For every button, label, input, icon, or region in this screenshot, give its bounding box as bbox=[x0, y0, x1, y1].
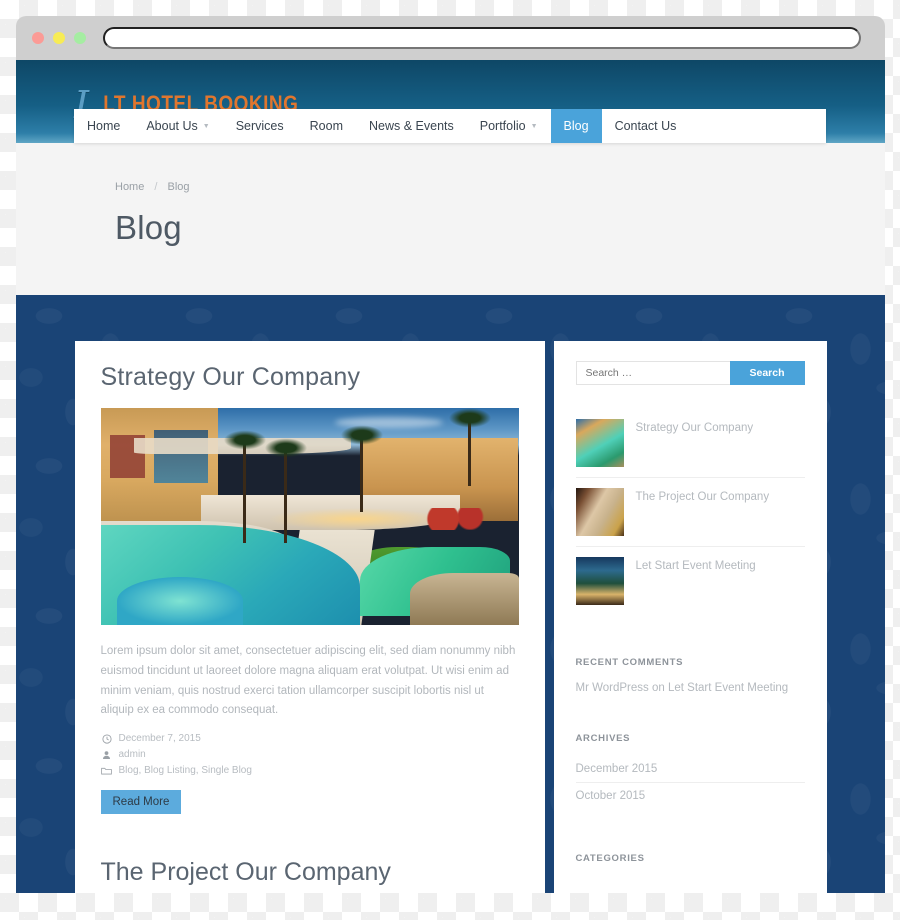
nav-item-news-events[interactable]: News & Events bbox=[356, 109, 467, 143]
flower-bed bbox=[418, 507, 502, 530]
comment-author[interactable]: Mr WordPress bbox=[576, 682, 649, 694]
comment-joiner: on bbox=[651, 682, 665, 694]
blog-post-2: The Project Our Company bbox=[101, 858, 519, 893]
browser-chrome-bar bbox=[16, 16, 885, 60]
website-viewport: L LT HOTEL BOOKING Home About Us ▼ Servi… bbox=[16, 60, 885, 893]
folder-icon bbox=[101, 766, 113, 776]
breadcrumb-current: Blog bbox=[167, 181, 190, 193]
palm-tree-icon bbox=[220, 428, 269, 543]
widget-title: CATEGORIES bbox=[575, 853, 645, 865]
palm-tree-icon bbox=[262, 437, 311, 543]
user-icon bbox=[101, 750, 113, 760]
recent-comments-widget: RECENT COMMENTS Mr WordPress on Let Star… bbox=[576, 657, 805, 697]
widget-title: ARCHIVES bbox=[575, 733, 631, 745]
breadcrumb: Home / Blog bbox=[115, 181, 885, 193]
nav-label: Portfolio bbox=[479, 119, 526, 133]
nav-item-blog[interactable]: Blog bbox=[550, 109, 602, 143]
archive-item[interactable]: December 2015 bbox=[575, 756, 805, 784]
palm-tree-icon bbox=[337, 424, 386, 513]
post-meta: December 7, 2015 admin Blog, Blog Listin… bbox=[101, 733, 519, 776]
nav-label: Room bbox=[309, 119, 343, 133]
breadcrumb-separator: / bbox=[154, 181, 158, 193]
post-categories[interactable]: Blog, Blog Listing, Single Blog bbox=[119, 765, 252, 776]
nav-item-about-us[interactable]: About Us ▼ bbox=[133, 109, 222, 143]
page-title: Blog bbox=[115, 209, 182, 246]
clock-icon bbox=[101, 734, 113, 744]
read-more-button[interactable]: Read More bbox=[100, 790, 182, 815]
nav-label: Blog bbox=[563, 119, 589, 133]
nav-label: News & Events bbox=[368, 119, 454, 133]
recent-post-thumbnail bbox=[575, 419, 624, 467]
sidebar-column: Search Strategy Our Company The Project … bbox=[553, 341, 827, 893]
main-navigation: Home About Us ▼ Services Room News & Eve… bbox=[74, 109, 826, 143]
nav-item-home[interactable]: Home bbox=[74, 109, 133, 143]
light-glow bbox=[267, 507, 444, 530]
close-window-button[interactable] bbox=[32, 32, 44, 44]
content-background: Strategy Our Company Lorem ipsum dolor s… bbox=[16, 295, 885, 893]
post-author-row: admin bbox=[101, 749, 519, 760]
chevron-down-icon: ▼ bbox=[202, 122, 210, 130]
rock-formation bbox=[409, 572, 519, 625]
recent-post-title: Strategy Our Company bbox=[635, 422, 754, 434]
address-bar[interactable] bbox=[103, 27, 861, 49]
search-widget: Search bbox=[575, 361, 805, 385]
nav-item-portfolio[interactable]: Portfolio ▼ bbox=[467, 109, 551, 143]
recent-post-item[interactable]: Strategy Our Company bbox=[575, 409, 805, 478]
post-date-row: December 7, 2015 bbox=[101, 733, 519, 744]
content-container: Strategy Our Company Lorem ipsum dolor s… bbox=[74, 341, 827, 893]
recent-post-thumbnail bbox=[575, 488, 624, 536]
post-date: December 7, 2015 bbox=[118, 733, 201, 745]
nav-label: About Us bbox=[146, 119, 198, 133]
recent-posts-widget: Strategy Our Company The Project Our Com… bbox=[575, 409, 805, 615]
chevron-down-icon: ▼ bbox=[530, 122, 538, 130]
post-featured-image[interactable] bbox=[100, 408, 519, 625]
nav-label: Home bbox=[87, 119, 121, 133]
recent-post-title: Let Start Event Meeting bbox=[635, 560, 756, 572]
archive-item[interactable]: October 2015 bbox=[576, 783, 805, 809]
spa-pool bbox=[117, 577, 243, 625]
main-content-column: Strategy Our Company Lorem ipsum dolor s… bbox=[74, 341, 545, 893]
nav-item-contact-us[interactable]: Contact Us bbox=[602, 109, 690, 143]
maximize-window-button[interactable] bbox=[74, 32, 86, 44]
resort-pool-image bbox=[100, 408, 519, 625]
recent-post-thumbnail bbox=[575, 557, 624, 605]
archives-widget: ARCHIVES December 2015 October 2015 bbox=[575, 733, 805, 809]
blog-post-1: Strategy Our Company Lorem ipsum dolor s… bbox=[100, 363, 519, 815]
recent-comment-item: Mr WordPress on Let Start Event Meeting bbox=[576, 680, 805, 697]
browser-window: L LT HOTEL BOOKING Home About Us ▼ Servi… bbox=[16, 16, 885, 893]
nav-item-services[interactable]: Services bbox=[223, 109, 297, 143]
search-input[interactable] bbox=[575, 361, 730, 385]
widget-title: RECENT COMMENTS bbox=[575, 657, 684, 668]
post-categories-row: Blog, Blog Listing, Single Blog bbox=[101, 765, 519, 776]
window-controls bbox=[32, 32, 86, 44]
recent-post-item[interactable]: The Project Our Company bbox=[575, 478, 805, 547]
recent-post-title: The Project Our Company bbox=[635, 491, 770, 503]
building-left bbox=[100, 408, 218, 530]
breadcrumb-home-link[interactable]: Home bbox=[115, 181, 144, 193]
comment-post-link[interactable]: Let Start Event Meeting bbox=[668, 682, 788, 694]
post-title[interactable]: Strategy Our Company bbox=[101, 363, 519, 392]
minimize-window-button[interactable] bbox=[53, 32, 65, 44]
recent-post-item[interactable]: Let Start Event Meeting bbox=[575, 547, 805, 615]
nav-label: Contact Us bbox=[614, 119, 677, 133]
post-title[interactable]: The Project Our Company bbox=[101, 858, 519, 887]
nav-label: Services bbox=[235, 119, 284, 133]
palm-tree-icon bbox=[446, 408, 495, 487]
search-button[interactable]: Search bbox=[729, 361, 805, 385]
nav-item-room[interactable]: Room bbox=[297, 109, 356, 143]
page-banner: Home / Blog Blog bbox=[16, 143, 885, 295]
categories-widget: CATEGORIES bbox=[576, 853, 805, 864]
post-author[interactable]: admin bbox=[119, 749, 146, 760]
post-excerpt: Lorem ipsum dolor sit amet, consectetuer… bbox=[100, 645, 516, 717]
